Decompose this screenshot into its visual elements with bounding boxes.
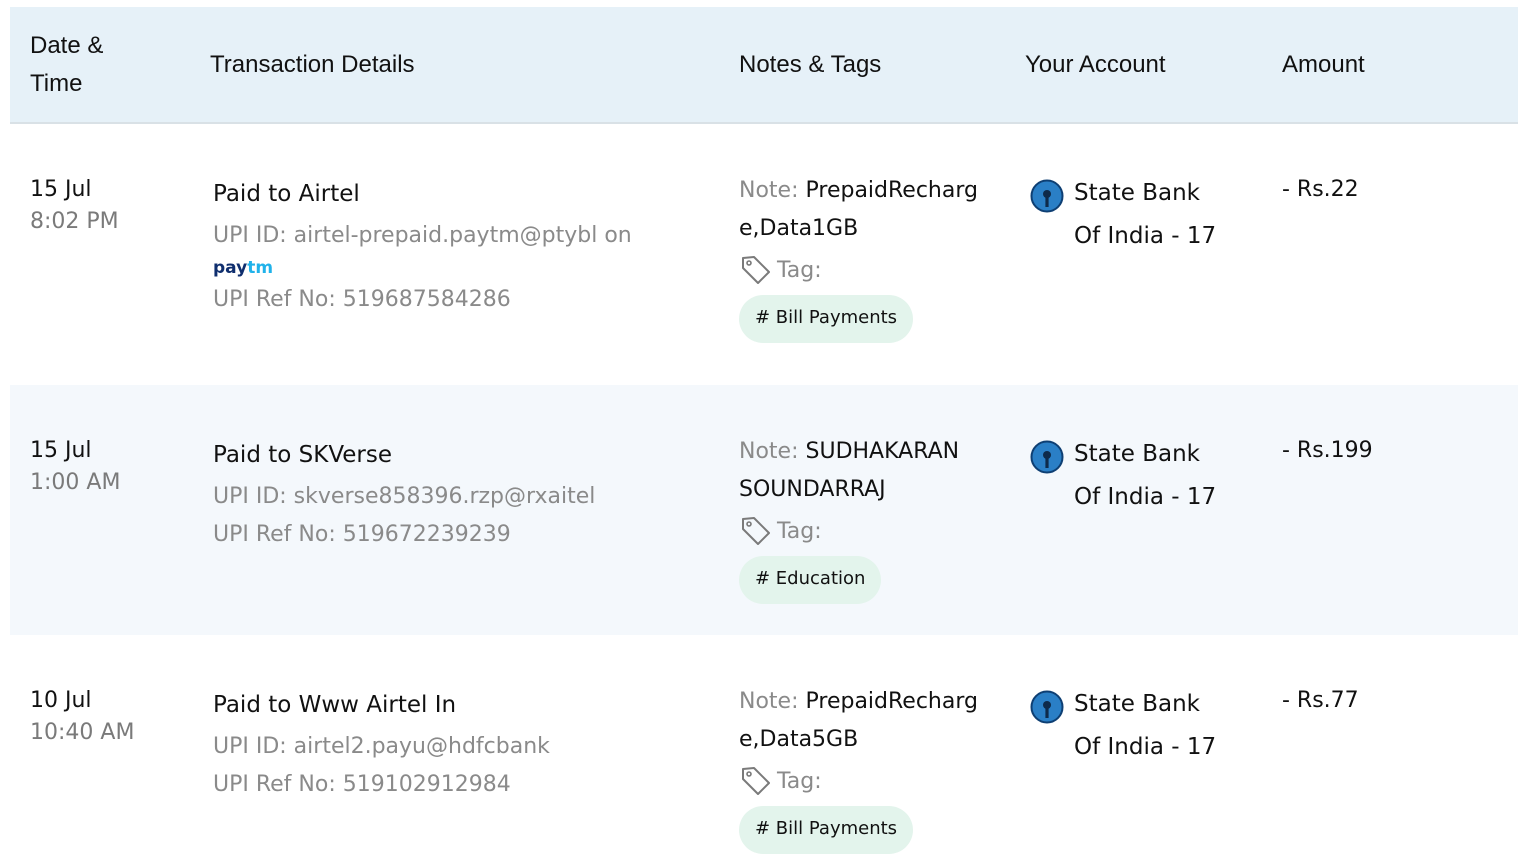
transaction-note[interactable]: Note: PrepaidRecharge,Data1GB [739,172,984,248]
transaction-time: 8:02 PM [30,209,119,234]
transaction-time: 1:00 AM [30,470,121,495]
transaction-amount: - Rs.77 [1282,688,1359,713]
paytm-logo: paytm [213,258,274,278]
transaction-amount: - Rs.22 [1282,177,1359,202]
tag-line: Tag: [739,248,984,292]
header-your-account: Your Account [1025,50,1166,78]
transactions-table: Date & Time Transaction Details Notes & … [10,7,1518,865]
tag-badge[interactable]: # Education [739,556,882,604]
account-suffix: Of India - 17 [1074,484,1217,510]
transaction-title[interactable]: Paid to Airtel [213,178,632,210]
transaction-title[interactable]: Paid to Www Airtel In [213,689,550,721]
account-cell[interactable]: State Bank Of India - 17 [1030,172,1254,258]
account-cell[interactable]: State Bank Of India - 17 [1030,433,1254,519]
table-row[interactable]: 10 Jul 10:40 AM Paid to Www Airtel In UP… [10,635,1518,865]
account-suffix: Of India - 17 [1074,223,1217,249]
account-bank-name: State Bank [1074,180,1200,206]
tag-badge[interactable]: # Bill Payments [739,295,914,343]
account-suffix: Of India - 17 [1074,734,1217,760]
transaction-note[interactable]: Note: PrepaidRecharge,Data5GB [739,683,984,759]
upi-ref-number: UPI Ref No: 519102912984 [213,772,511,797]
table-row[interactable]: 15 Jul 8:02 PM Paid to Airtel UPI ID: ai… [10,124,1518,385]
header-date-time: Date & Time [30,31,104,97]
upi-ref-number: UPI Ref No: 519687584286 [213,287,511,312]
tag-line: Tag: [739,509,984,553]
sbi-bank-icon [1030,690,1064,724]
table-header: Date & Time Transaction Details Notes & … [10,7,1518,124]
header-transaction-details: Transaction Details [210,50,415,78]
sbi-bank-icon [1030,179,1064,213]
header-notes-tags: Notes & Tags [739,50,882,78]
transaction-date: 15 Jul [30,177,92,202]
transaction-note[interactable]: Note: SUDHAKARAN SOUNDARRAJ [739,433,984,509]
account-cell[interactable]: State Bank Of India - 17 [1030,683,1254,769]
tag-icon [742,256,770,284]
tag-icon [742,767,770,795]
tag-icon [742,517,770,545]
upi-id: UPI ID: airtel-prepaid.paytm@ptybl on [213,223,632,248]
sbi-bank-icon [1030,440,1064,474]
tag-line: Tag: [739,759,984,803]
transaction-title[interactable]: Paid to SKVerse [213,439,595,471]
account-bank-name: State Bank [1074,691,1200,717]
transaction-time: 10:40 AM [30,720,135,745]
transaction-amount: - Rs.199 [1282,438,1373,463]
header-amount: Amount [1282,50,1365,78]
transaction-date: 15 Jul [30,438,92,463]
upi-ref-number: UPI Ref No: 519672239239 [213,522,511,547]
table-row[interactable]: 15 Jul 1:00 AM Paid to SKVerse UPI ID: s… [10,385,1518,635]
transaction-date: 10 Jul [30,688,92,713]
account-bank-name: State Bank [1074,441,1200,467]
upi-id: UPI ID: skverse858396.rzp@rxaitel [213,484,596,509]
upi-id: UPI ID: airtel2.payu@hdfcbank [213,734,550,759]
tag-badge[interactable]: # Bill Payments [739,806,914,854]
